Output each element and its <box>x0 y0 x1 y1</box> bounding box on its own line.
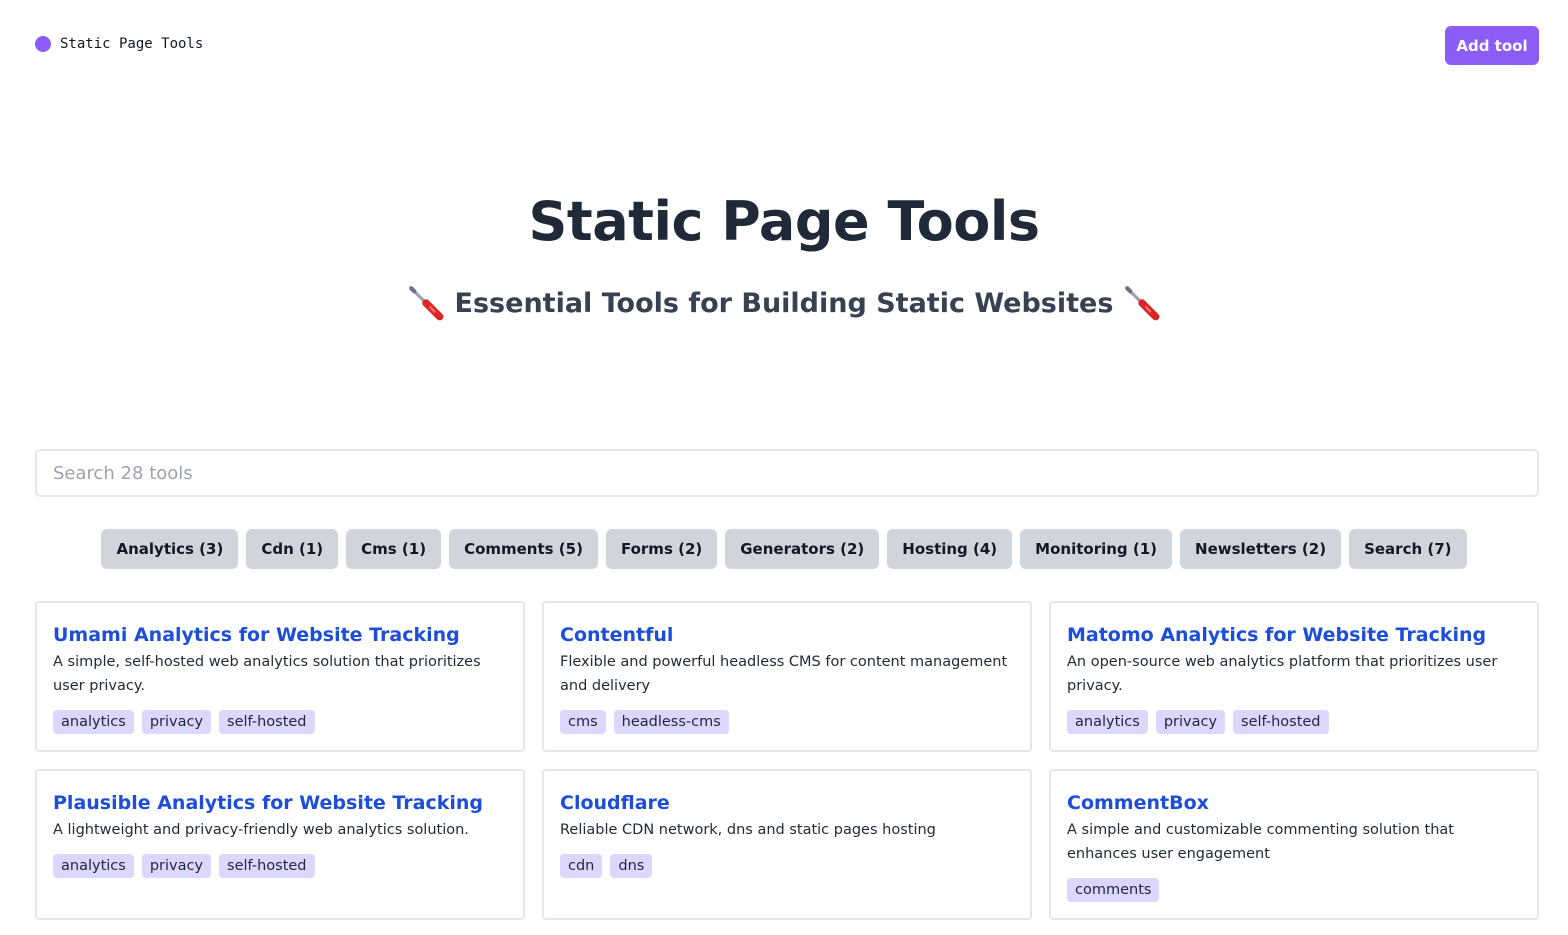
subtitle-text: Essential Tools for Building Static Webs… <box>454 287 1114 319</box>
tool-card: Cloudflare Reliable CDN network, dns and… <box>542 769 1032 920</box>
tool-description: Flexible and powerful headless CMS for c… <box>560 654 1008 694</box>
screwdriver-icon <box>408 286 443 321</box>
tag[interactable]: cdn <box>560 854 603 878</box>
tag[interactable]: self-hosted <box>219 854 315 878</box>
category-monitoring[interactable]: Monitoring (1) <box>1020 529 1173 569</box>
top-nav: Static Page Tools Add tool <box>0 0 1568 90</box>
tag[interactable]: headless-cms <box>613 710 729 734</box>
tool-title-link[interactable]: Plausible Analytics for Website Tracking <box>53 791 507 815</box>
tag[interactable]: privacy <box>141 710 212 734</box>
category-search[interactable]: Search (7) <box>1349 529 1467 569</box>
tool-title-link[interactable]: CommentBox <box>1067 791 1521 815</box>
tag-list: analytics privacy self-hosted <box>53 854 507 878</box>
tool-card: Umami Analytics for Website Tracking A s… <box>35 601 525 752</box>
page-title: Static Page Tools <box>528 190 1040 253</box>
tool-grid: Umami Analytics for Website Tracking A s… <box>35 601 1539 920</box>
category-newsletters[interactable]: Newsletters (2) <box>1180 529 1342 569</box>
tool-card: Plausible Analytics for Website Tracking… <box>35 769 525 920</box>
tool-card: Matomo Analytics for Website Tracking An… <box>1049 601 1539 752</box>
category-cms[interactable]: Cms (1) <box>346 529 442 569</box>
category-generators[interactable]: Generators (2) <box>725 529 880 569</box>
tool-description: A lightweight and privacy-friendly web a… <box>53 822 469 838</box>
category-comments[interactable]: Comments (5) <box>449 529 598 569</box>
tag-list: analytics privacy self-hosted <box>53 710 507 734</box>
tool-card: Contentful Flexible and powerful headles… <box>542 601 1032 752</box>
page-subtitle: Essential Tools for Building Static Webs… <box>0 284 1568 322</box>
tag[interactable]: dns <box>610 854 653 878</box>
tag[interactable]: analytics <box>1067 710 1148 734</box>
tag[interactable]: self-hosted <box>219 710 315 734</box>
tag[interactable]: privacy <box>141 854 212 878</box>
tool-title-link[interactable]: Umami Analytics for Website Tracking <box>53 623 507 647</box>
brand-dot-icon <box>35 36 51 52</box>
tag[interactable]: comments <box>1067 878 1160 902</box>
tag-list: cms headless-cms <box>560 710 1014 734</box>
tag[interactable]: analytics <box>53 854 134 878</box>
search-input[interactable] <box>35 449 1539 497</box>
tool-description: A simple, self-hosted web analytics solu… <box>53 654 481 694</box>
tag-list: comments <box>1067 878 1521 902</box>
brand-name: Static Page Tools <box>60 36 204 52</box>
category-cdn[interactable]: Cdn (1) <box>246 529 339 569</box>
tool-description: A simple and customizable commenting sol… <box>1067 822 1454 862</box>
tool-description: Reliable CDN network, dns and static pag… <box>560 822 936 838</box>
tool-title-link[interactable]: Cloudflare <box>560 791 1014 815</box>
tool-title-link[interactable]: Matomo Analytics for Website Tracking <box>1067 623 1521 647</box>
screwdriver-icon <box>1125 286 1160 321</box>
tool-card: CommentBox A simple and customizable com… <box>1049 769 1539 920</box>
tag[interactable]: cms <box>560 710 606 734</box>
category-hosting[interactable]: Hosting (4) <box>887 529 1013 569</box>
tag[interactable]: self-hosted <box>1233 710 1329 734</box>
add-tool-button[interactable]: Add tool <box>1445 26 1539 65</box>
category-filters: Analytics (3) Cdn (1) Cms (1) Comments (… <box>0 529 1568 569</box>
tool-title-link[interactable]: Contentful <box>560 623 1014 647</box>
category-analytics[interactable]: Analytics (3) <box>101 529 239 569</box>
tag[interactable]: analytics <box>53 710 134 734</box>
tag-list: cdn dns <box>560 854 1014 878</box>
page: Static Page Tools Add tool Static Page T… <box>0 0 1568 935</box>
brand-link[interactable]: Static Page Tools <box>35 36 203 52</box>
category-forms[interactable]: Forms (2) <box>605 529 718 569</box>
tag-list: analytics privacy self-hosted <box>1067 710 1521 734</box>
tool-description: An open-source web analytics platform th… <box>1067 654 1498 694</box>
tag[interactable]: privacy <box>1155 710 1226 734</box>
